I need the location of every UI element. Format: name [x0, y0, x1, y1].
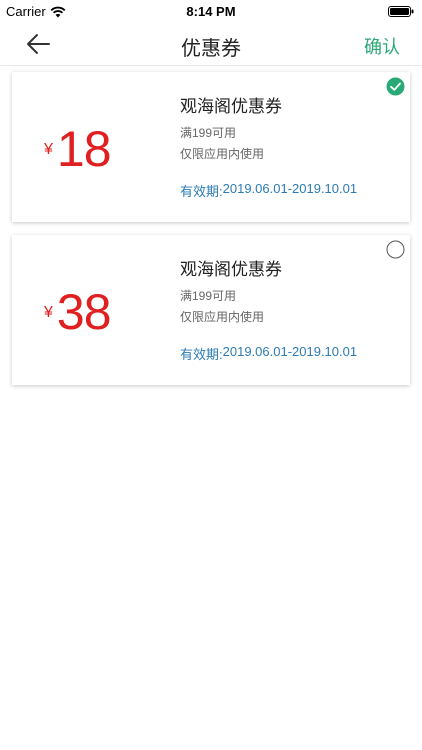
coupon-scope: 仅限应用内使用	[180, 147, 265, 161]
coupon-scope: 仅限应用内使用	[180, 310, 265, 324]
unchecked-circle-icon[interactable]	[386, 240, 405, 259]
currency-symbol: ¥	[44, 304, 53, 321]
currency-symbol: ¥	[44, 141, 53, 158]
validity-range: 2019.06.01-2019.10.01	[222, 344, 358, 359]
coupon-condition: 满199可用	[180, 289, 237, 303]
coupon-validity: 有效期: 2019.06.01-2019.10.01	[180, 344, 357, 363]
checked-circle-icon[interactable]	[386, 77, 405, 96]
coupon-card[interactable]: ¥ 18 观海阁优惠券 满199可用 仅限应用内使用 有效期: 2019.06.…	[12, 72, 410, 222]
coupon-amount: ¥ 38	[44, 283, 112, 341]
coupon-amount: ¥ 18	[44, 120, 112, 178]
validity-label: 有效期:	[180, 184, 223, 199]
status-bar: Carrier 8:14 PM	[0, 0, 422, 22]
coupon-amount-value: 38	[56, 284, 112, 340]
validity-range: 2019.06.01-2019.10.01	[222, 181, 358, 196]
status-time: 8:14 PM	[186, 4, 236, 19]
confirm-button[interactable]: 确认	[364, 33, 400, 59]
page-title: 优惠券	[181, 38, 241, 60]
coupon-list: ¥ 18 观海阁优惠券 满199可用 仅限应用内使用 有效期: 2019.06.…	[12, 72, 410, 398]
coupon-validity: 有效期: 2019.06.01-2019.10.01	[180, 181, 357, 200]
battery-icon	[388, 6, 414, 17]
validity-label: 有效期:	[180, 347, 223, 362]
coupon-amount-value: 18	[56, 121, 112, 177]
coupon-title: 观海阁优惠券	[180, 97, 282, 116]
coupon-condition: 满199可用	[180, 126, 237, 140]
coupon-card[interactable]: ¥ 38 观海阁优惠券 满199可用 仅限应用内使用 有效期: 2019.06.…	[12, 235, 410, 385]
navigation-bar: 优惠券 确认	[0, 22, 422, 66]
coupon-title: 观海阁优惠券	[180, 260, 282, 279]
